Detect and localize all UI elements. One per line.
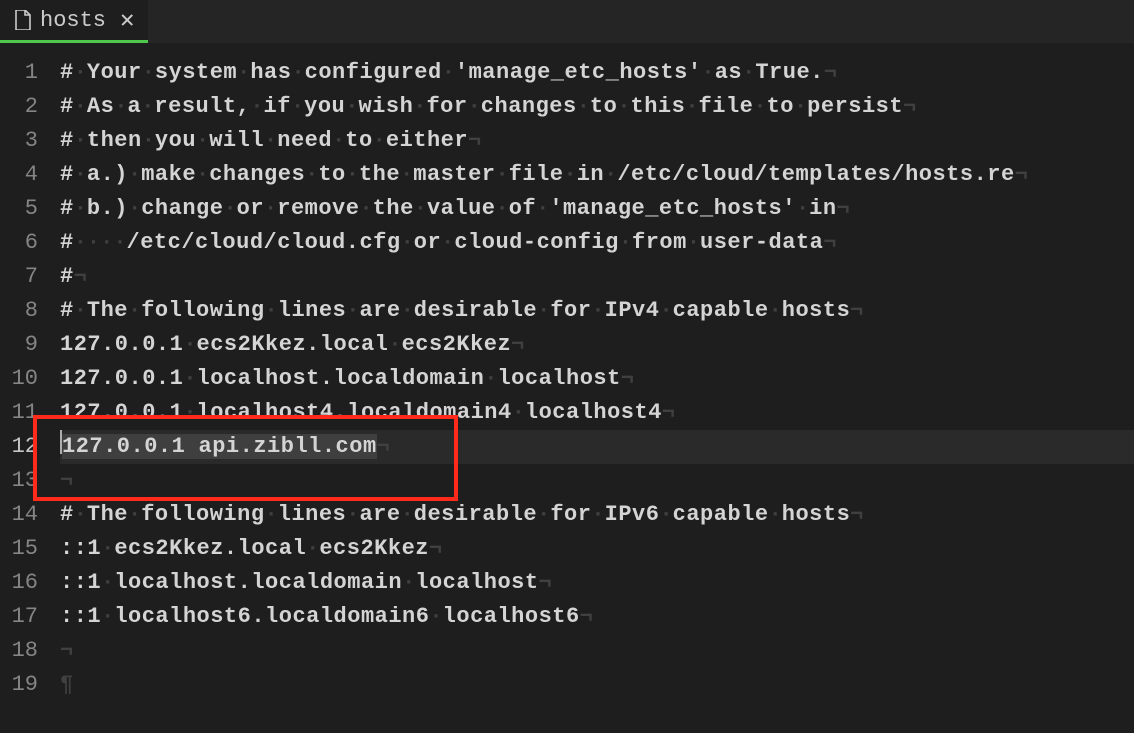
code-line[interactable]: ::1·ecs2Kkez.local·ecs2Kkez¬ [60,532,1134,566]
file-icon [14,10,32,30]
code-line[interactable]: #¬ [60,260,1134,294]
code-line[interactable]: ¬ [60,634,1134,668]
code-line[interactable]: #·b.)·change·or·remove·the·value·of·'man… [60,192,1134,226]
code-line[interactable]: ¶ [60,668,1134,702]
tab-bar: hosts ✕ [0,0,1134,44]
code-line[interactable]: 127.0.0.1·localhost.localdomain·localhos… [60,362,1134,396]
code-line[interactable]: ::1·localhost6.localdomain6·localhost6¬ [60,600,1134,634]
code-line[interactable]: #·a.)·make·changes·to·the·master·file·in… [60,158,1134,192]
code-line[interactable]: 127.0.0.1·localhost4.localdomain4·localh… [60,396,1134,430]
code-line[interactable]: #·then·you·will·need·to·either¬ [60,124,1134,158]
code-area[interactable]: #·Your·system·has·configured·'manage_etc… [40,44,1134,733]
code-line[interactable]: #·The·following·lines·are·desirable·for·… [60,498,1134,532]
editor[interactable]: 12345678910111213141516171819 #·Your·sys… [0,44,1134,733]
code-line[interactable]: #····/etc/cloud/cloud.cfg·or·cloud-confi… [60,226,1134,260]
code-line[interactable]: #·The·following·lines·are·desirable·for·… [60,294,1134,328]
code-line[interactable]: ::1·localhost.localdomain·localhost¬ [60,566,1134,600]
code-line[interactable]: #·Your·system·has·configured·'manage_etc… [60,56,1134,90]
close-icon[interactable]: ✕ [114,5,134,35]
code-line[interactable]: #·As·a·result,·if·you·wish·for·changes·t… [60,90,1134,124]
code-line[interactable]: 127.0.0.1·api.zibll.com¬ [60,430,1134,464]
tab-filename: hosts [40,8,106,33]
line-number-gutter: 12345678910111213141516171819 [0,44,40,733]
code-line[interactable]: 127.0.0.1·ecs2Kkez.local·ecs2Kkez¬ [60,328,1134,362]
code-line[interactable]: ¬ [60,464,1134,498]
tab-hosts[interactable]: hosts ✕ [0,0,148,43]
